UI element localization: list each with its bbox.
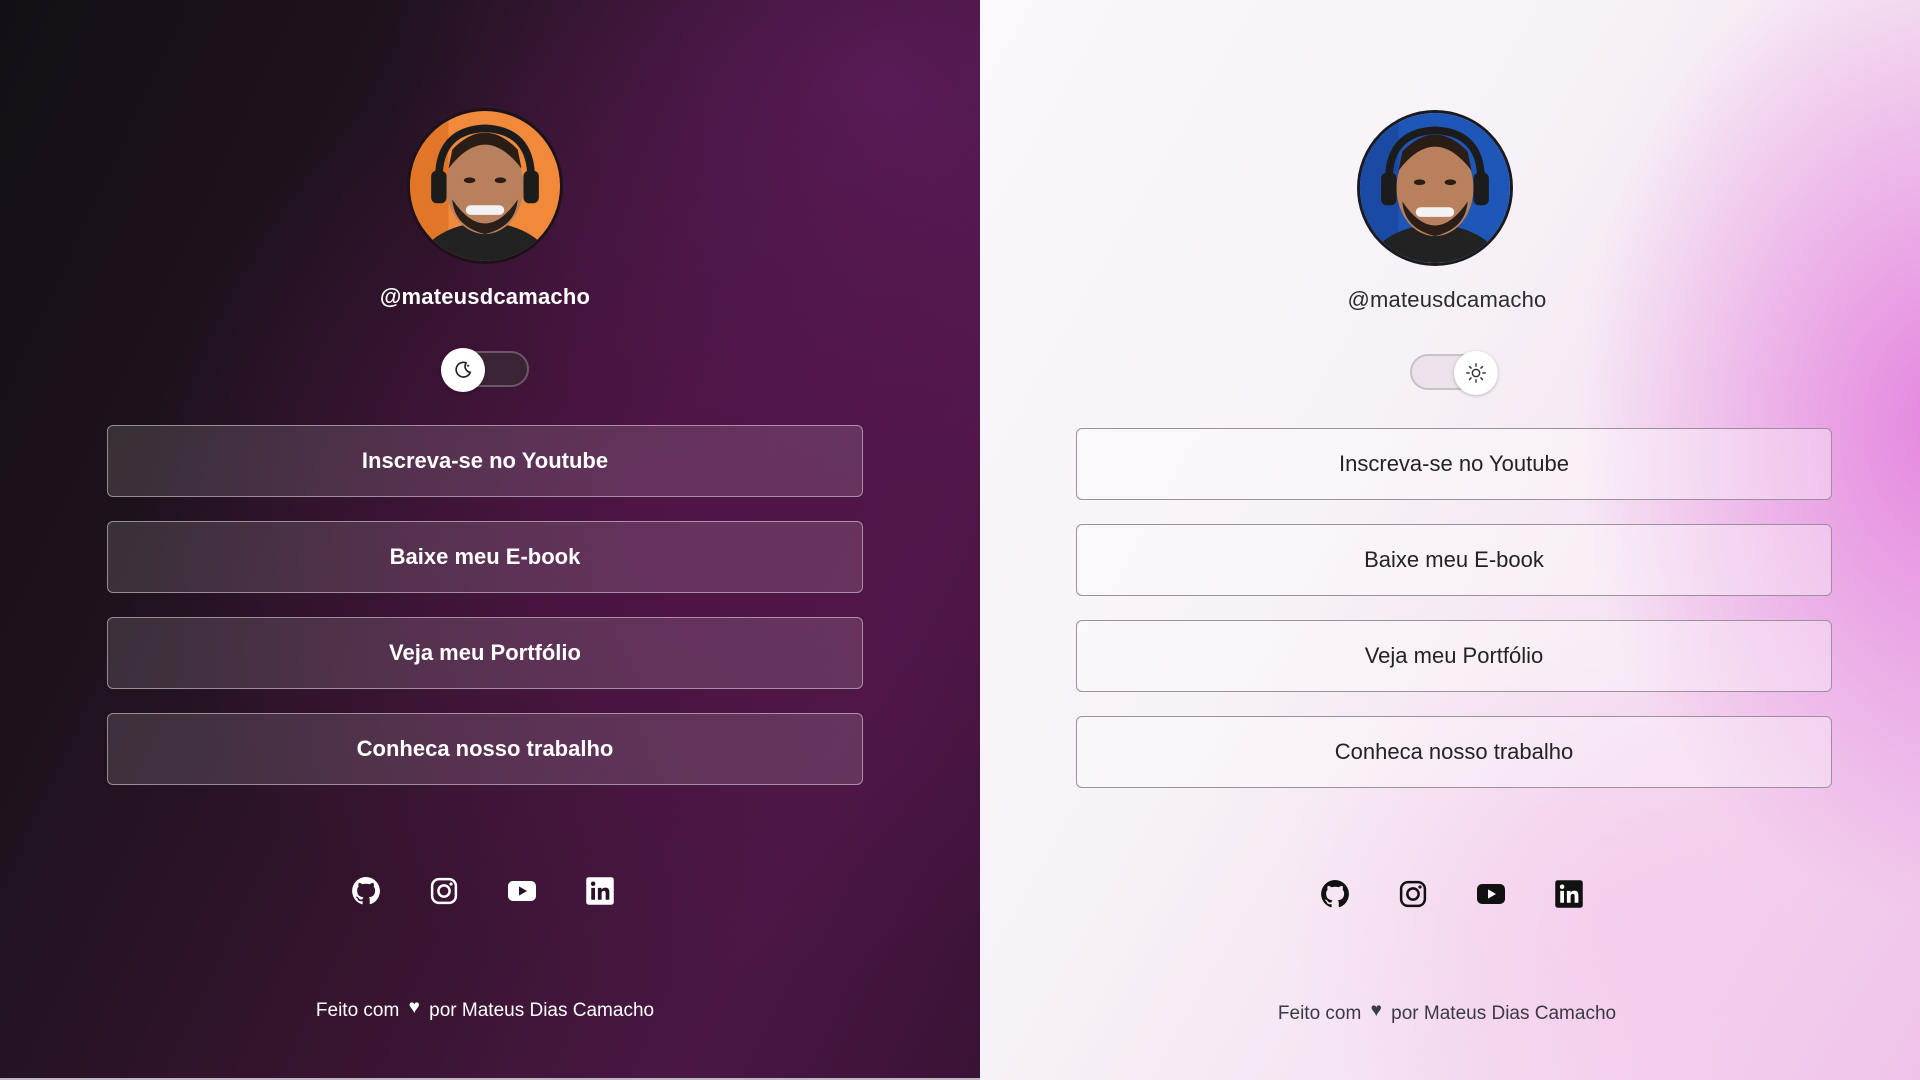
footer-prefix: Feito com — [315, 1000, 400, 1021]
youtube-subscribe-button[interactable]: Inscreva-se no Youtube — [107, 425, 863, 497]
theme-toggle[interactable] — [441, 348, 529, 392]
footer-author: por Mateus Dias Camacho — [429, 1000, 655, 1021]
our-work-button[interactable]: Conheca nosso trabalho — [107, 713, 863, 785]
youtube-icon[interactable] — [507, 876, 537, 906]
profile-card: @mateusdcamacho Inscreva-se no Youtube B… — [0, 0, 980, 1080]
moon-icon — [455, 361, 472, 378]
footer: Feito com ♥ por Mateus Dias Camacho — [980, 1000, 1914, 1025]
heart-icon: ♥ — [1370, 1000, 1382, 1021]
theme-toggle[interactable] — [1410, 351, 1498, 395]
ebook-download-button[interactable]: Baixe meu E-book — [107, 521, 863, 593]
footer: Feito com ♥ por Mateus Dias Camacho — [0, 997, 970, 1022]
light-theme-panel: @mateusdcamacho Inscreva-se no Youtube B… — [980, 0, 1920, 1080]
dark-theme-panel: @mateusdcamacho Inscreva-se no Youtube B… — [0, 0, 980, 1080]
portfolio-button[interactable]: Veja meu Portfólio — [1076, 620, 1832, 692]
avatar — [407, 108, 563, 264]
profile-card: @mateusdcamacho Inscreva-se no Youtube B… — [980, 0, 1920, 1080]
screen: @mateusdcamacho Inscreva-se no Youtube B… — [0, 0, 1920, 1080]
youtube-subscribe-button[interactable]: Inscreva-se no Youtube — [1076, 428, 1832, 500]
footer-prefix: Feito com — [1277, 1003, 1362, 1024]
link-list: Inscreva-se no Youtube Baixe meu E-book … — [1076, 428, 1832, 812]
ebook-download-button[interactable]: Baixe meu E-book — [1076, 524, 1832, 596]
avatar-image — [1360, 113, 1510, 263]
portfolio-button[interactable]: Veja meu Portfólio — [107, 617, 863, 689]
github-icon[interactable] — [351, 876, 381, 906]
instagram-icon[interactable] — [1398, 879, 1428, 909]
avatar — [1357, 110, 1513, 266]
github-icon[interactable] — [1320, 879, 1350, 909]
avatar-image — [410, 111, 560, 261]
toggle-knob[interactable] — [441, 348, 485, 392]
heart-icon: ♥ — [408, 997, 420, 1018]
sun-icon — [1466, 363, 1486, 383]
our-work-button[interactable]: Conheca nosso trabalho — [1076, 716, 1832, 788]
link-list: Inscreva-se no Youtube Baixe meu E-book … — [107, 425, 863, 809]
profile-handle: @mateusdcamacho — [379, 284, 591, 309]
instagram-icon[interactable] — [429, 876, 459, 906]
linkedin-icon[interactable] — [1554, 879, 1584, 909]
toggle-knob[interactable] — [1454, 351, 1498, 395]
linkedin-icon[interactable] — [585, 876, 615, 906]
social-links — [1320, 879, 1584, 909]
footer-author: por Mateus Dias Camacho — [1391, 1003, 1617, 1024]
youtube-icon[interactable] — [1476, 879, 1506, 909]
profile-handle: @mateusdcamacho — [1347, 287, 1547, 312]
social-links — [351, 876, 615, 906]
